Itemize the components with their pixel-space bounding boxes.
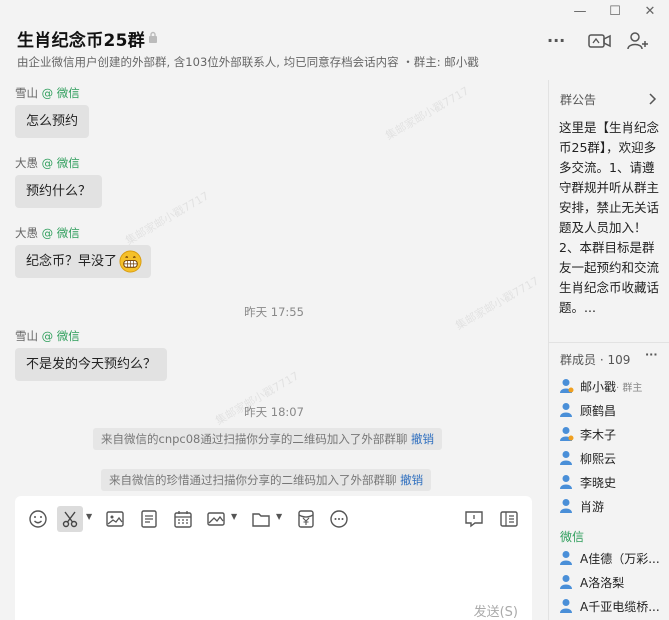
grin-emoji-icon bbox=[119, 250, 142, 273]
send-button[interactable]: 发送(S) bbox=[474, 601, 518, 620]
member-item[interactable]: A千亚电缆桥... bbox=[560, 596, 668, 616]
message-sender: 雪山 @ 微信 bbox=[15, 86, 80, 100]
chevron-down-icon[interactable]: ▼ bbox=[231, 512, 237, 521]
close-button[interactable]: ✕ bbox=[640, 4, 660, 20]
video-call-icon[interactable] bbox=[587, 30, 613, 52]
person-icon bbox=[560, 575, 572, 589]
group-title: 生肖纪念币25群 bbox=[17, 31, 146, 51]
message-bubble[interactable]: 不是发的今天预约么？ bbox=[15, 348, 168, 381]
person-icon bbox=[560, 451, 572, 465]
screenshot-icon[interactable] bbox=[57, 506, 83, 532]
person-icon bbox=[560, 599, 572, 613]
image-icon[interactable] bbox=[104, 508, 126, 530]
member-item[interactable]: 柳熙云 bbox=[560, 448, 668, 468]
emoji-icon[interactable] bbox=[27, 508, 49, 530]
member-item[interactable]: A洛洛梨 bbox=[560, 572, 668, 592]
revoke-link[interactable]: 撤销 bbox=[400, 473, 423, 487]
message-bubble[interactable]: 纪念币？早没了 bbox=[15, 245, 152, 278]
timestamp: 昨天 18:07 bbox=[244, 405, 304, 419]
group-info-sidebar: 群公告 这里是【生肖纪念币25群】，欢迎多多交流。1、请遵守群规并听从群主安排，… bbox=[548, 80, 669, 620]
watermark: 集邮家邮小戳7717 bbox=[453, 274, 542, 333]
person-icon bbox=[560, 427, 574, 441]
system-notice: 来自微信的cnpc08通过扫描你分享的二维码加入了外部群聊 撤销 bbox=[93, 428, 443, 450]
group-notice-text: 这里是【生肖纪念币25群】，欢迎多多交流。1、请遵守群规并听从群主安排，禁止无关… bbox=[559, 120, 660, 315]
calendar-icon[interactable] bbox=[172, 508, 194, 530]
notice-title[interactable]: 群公告 bbox=[560, 91, 596, 108]
chevron-down-icon[interactable]: ▼ bbox=[276, 512, 282, 521]
side-panel-icon[interactable] bbox=[498, 508, 520, 530]
more-icon[interactable] bbox=[328, 508, 350, 530]
member-item[interactable]: 李木子 bbox=[560, 424, 668, 444]
chat-message-area[interactable]: 集邮家邮小戳7717 集邮家邮小戳7717 集邮家邮小戳7717 集邮家邮小戳7… bbox=[0, 80, 548, 495]
person-icon bbox=[560, 403, 572, 417]
lock-icon bbox=[149, 31, 157, 43]
maximize-button[interactable]: ☐ bbox=[605, 4, 625, 20]
timestamp: 昨天 17:55 bbox=[244, 305, 304, 319]
watermark: 集邮家邮小戳7717 bbox=[383, 84, 472, 143]
message-bubble[interactable]: 怎么预约 bbox=[15, 105, 90, 138]
person-icon bbox=[560, 499, 572, 513]
gallery-icon[interactable] bbox=[205, 508, 227, 530]
message-sender: 大愚 @ 微信 bbox=[15, 156, 80, 170]
member-item[interactable]: 邮小戳· 群主 bbox=[560, 376, 668, 396]
chevron-down-icon[interactable]: ▼ bbox=[86, 512, 92, 521]
member-item[interactable]: 李晓史 bbox=[560, 472, 668, 492]
members-title: 群成员 · 109 bbox=[560, 353, 631, 367]
minimize-button[interactable]: — bbox=[570, 4, 590, 20]
revoke-link[interactable]: 撤销 bbox=[411, 432, 434, 446]
member-item[interactable]: A佳德（万彩... bbox=[560, 548, 668, 568]
title-bar: — ☐ ✕ 生肖纪念币25群 由企业微信用户创建的外部群, 含103位外部联系人… bbox=[0, 0, 669, 80]
wechat-section-label: 微信 bbox=[560, 530, 585, 544]
person-icon bbox=[560, 551, 572, 565]
message-sender: 雪山 @ 微信 bbox=[15, 329, 80, 343]
add-member-icon[interactable] bbox=[625, 30, 651, 52]
document-icon[interactable] bbox=[138, 508, 160, 530]
watermark: 集邮家邮小戳7717 bbox=[123, 189, 212, 248]
person-icon bbox=[560, 475, 572, 489]
more-options-button[interactable]: ··· bbox=[547, 30, 573, 52]
person-icon bbox=[560, 379, 574, 393]
folder-icon[interactable] bbox=[250, 508, 272, 530]
message-composer[interactable]: ▼ ▼ ▼ 发送(S) bbox=[15, 496, 532, 620]
member-item[interactable]: 肖游 bbox=[560, 496, 668, 516]
group-subtitle: 由企业微信用户创建的外部群, 含103位外部联系人, 均已同意存档会话内容 ・群… bbox=[17, 55, 479, 69]
chat-history-icon[interactable] bbox=[463, 508, 485, 530]
message-bubble[interactable]: 预约什么？ bbox=[15, 175, 103, 208]
red-packet-icon[interactable] bbox=[295, 508, 317, 530]
system-notice: 来自微信的珍惜通过扫描你分享的二维码加入了外部群聊 撤销 bbox=[101, 469, 432, 491]
members-more-button[interactable]: ··· bbox=[645, 348, 658, 361]
member-item[interactable]: 顾鹤昌 bbox=[560, 400, 668, 420]
divider bbox=[549, 342, 669, 343]
message-sender: 大愚 @ 微信 bbox=[15, 226, 80, 240]
chevron-right-icon[interactable] bbox=[648, 93, 657, 105]
